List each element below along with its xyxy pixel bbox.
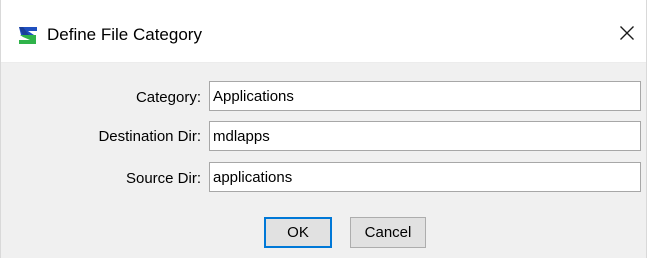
ok-button[interactable]: OK <box>264 217 332 248</box>
destination-dir-label: Destination Dir: <box>98 128 201 145</box>
close-icon <box>619 25 635 46</box>
close-button[interactable] <box>609 18 645 52</box>
cancel-button[interactable]: Cancel <box>350 217 426 248</box>
category-input[interactable] <box>209 81 641 111</box>
source-dir-input[interactable] <box>209 162 641 192</box>
define-file-category-dialog: Define File Category Category: Destinati… <box>0 0 647 258</box>
dialog-title: Define File Category <box>47 25 202 44</box>
app-logo-icon <box>17 24 39 46</box>
title-bar: Define File Category <box>1 0 646 63</box>
destination-dir-input[interactable] <box>209 121 641 151</box>
source-dir-label: Source Dir: <box>125 170 201 187</box>
category-label: Category: <box>135 89 201 106</box>
